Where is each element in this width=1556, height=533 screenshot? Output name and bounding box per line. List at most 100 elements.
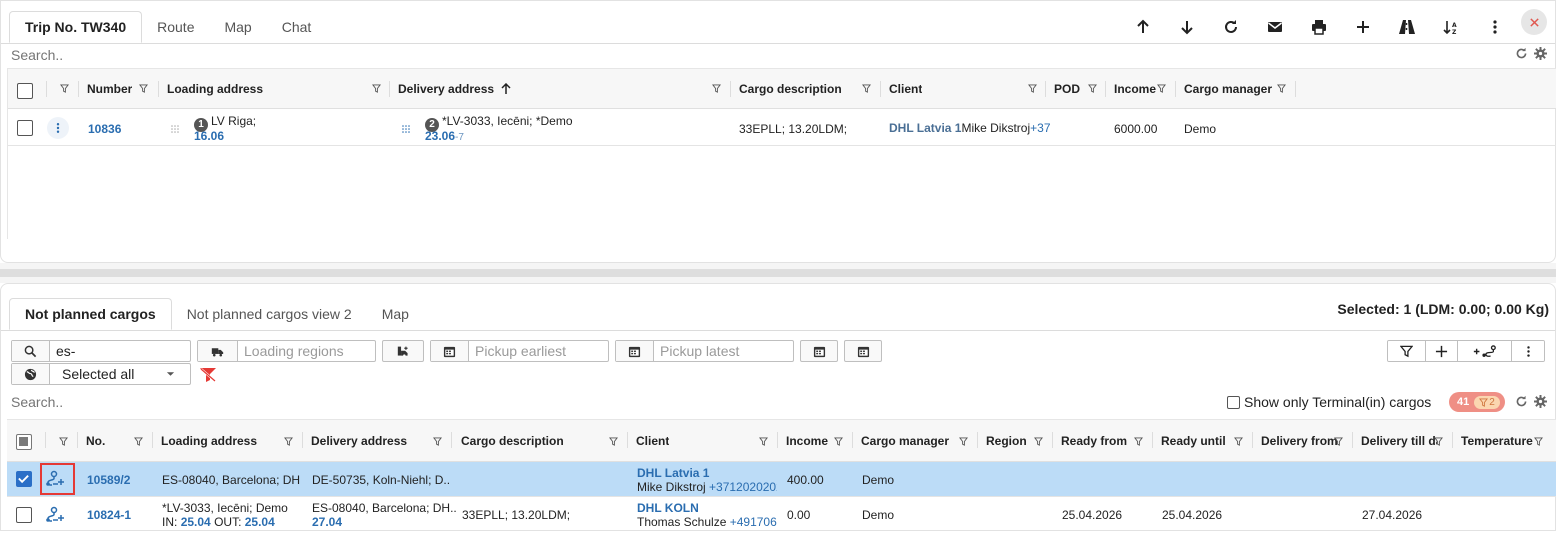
col-income[interactable]: Income [786,420,828,462]
filter-icon[interactable] [862,84,871,93]
col-pod[interactable]: POD [1054,69,1080,109]
cargo-number-link[interactable]: 10824-1 [87,508,131,522]
plus-icon[interactable] [1341,12,1385,42]
tab-chat[interactable]: Chat [267,11,327,43]
filter-icon[interactable] [1434,437,1443,446]
filter-icon[interactable] [134,437,143,446]
trip-search-input[interactable] [11,46,611,64]
more-button[interactable] [1512,341,1544,361]
filter-icon[interactable] [1234,437,1243,446]
mail-icon[interactable] [1253,12,1297,42]
loading-regions-input[interactable] [238,341,374,361]
add-to-route-button[interactable] [1458,341,1512,361]
loading-date[interactable]: 16.06 [194,129,224,143]
col-region[interactable]: Region [986,420,1027,462]
tab-route[interactable]: Route [142,11,209,43]
count-badge[interactable]: 41 2 [1449,392,1505,412]
filter-icon[interactable] [712,84,721,93]
filter-icon[interactable] [759,437,768,446]
col-cargo-description[interactable]: Cargo description [739,69,842,109]
filter-icon[interactable] [433,437,442,446]
filter-icon[interactable] [1028,84,1037,93]
row-menu-button[interactable] [47,117,69,139]
filter-icon[interactable] [1534,437,1543,446]
pickup-earliest-input[interactable] [469,341,607,361]
filter-icon[interactable] [1334,437,1343,446]
table-row[interactable]: 10589/2 ES-08040, Barcelona; DH... DE-50… [7,462,1556,497]
filter-icon[interactable] [139,84,148,93]
add-to-route-icon[interactable] [45,506,71,524]
more-vert-icon[interactable] [1473,12,1517,42]
panel-splitter[interactable] [0,263,1556,283]
road-icon[interactable] [1385,12,1429,42]
delivery-latest-button[interactable] [844,340,882,362]
filter-icon[interactable] [834,437,843,446]
col-temperature[interactable]: Temperature [1461,420,1533,462]
delivery-date-cell[interactable]: 23.06-7 [425,129,464,143]
arrow-up-icon[interactable] [1121,12,1165,42]
arrow-down-icon[interactable] [1165,12,1209,42]
gear-icon[interactable] [1534,47,1547,60]
calendar-icon[interactable] [431,341,469,361]
cargo-number-link[interactable]: 10836 [88,122,121,136]
filter-icon[interactable] [59,437,68,446]
pickup-latest-input[interactable] [654,341,792,361]
filter-icon[interactable] [959,437,968,446]
client-cell[interactable]: DHL KOLN Thomas Schulze +491706509 [637,501,777,529]
client-cell[interactable]: DHL Latvia 1Mike Dikstroj+37 [889,121,1051,135]
col-client[interactable]: Client [889,69,922,109]
delivery-earliest-button[interactable] [800,340,838,362]
gear-icon[interactable] [1534,395,1547,408]
client-cell[interactable]: DHL Latvia 1 Mike Dikstroj +37120202020 [637,466,777,494]
filter-icon[interactable] [284,437,293,446]
filter-icon[interactable] [1034,437,1043,446]
calendar-icon[interactable] [616,341,654,361]
filter-icon[interactable] [1157,84,1166,93]
col-number[interactable]: Number [87,69,132,109]
select-all-checkbox[interactable] [16,434,32,450]
show-only-terminal-checkbox[interactable] [1227,395,1240,409]
refresh-icon[interactable] [1515,395,1528,408]
tab-not-planned-cargos[interactable]: Not planned cargos [9,298,172,330]
filter-icon[interactable] [1134,437,1143,446]
filter-icon[interactable] [1088,84,1097,93]
col-delivery-address[interactable]: Delivery address [398,69,512,109]
col-no[interactable]: No. [86,420,105,462]
col-client[interactable]: Client [636,420,669,462]
unloading-regions-button[interactable] [382,340,424,362]
drag-handle-icon[interactable] [402,125,412,133]
row-checkbox[interactable] [17,120,33,136]
col-cargo-manager[interactable]: Cargo manager [1184,69,1272,109]
row-checkbox[interactable] [16,507,32,523]
tab-not-planned-cargos-view-2[interactable]: Not planned cargos view 2 [172,298,367,330]
col-loading-address[interactable]: Loading address [167,69,263,109]
table-row[interactable]: 10824-1 *LV-3033, Iecēni; Demo IN: 25.04… [7,497,1556,533]
refresh-icon[interactable] [1209,12,1253,42]
clear-filter-icon[interactable] [199,367,217,383]
search-icon[interactable] [12,341,50,361]
filter-icon[interactable] [60,84,69,93]
sort-icon[interactable]: AZ [1429,12,1473,42]
col-delivery-from[interactable]: Delivery from [1261,420,1337,462]
print-icon[interactable] [1297,12,1341,42]
filter-button[interactable] [1388,341,1426,361]
cargo-search-input[interactable] [50,341,188,361]
filter-icon[interactable] [372,84,381,93]
cargo-grid-search-input[interactable] [11,393,311,411]
col-loading-address[interactable]: Loading address [161,420,257,462]
add-to-route-icon[interactable] [45,470,71,488]
row-checkbox[interactable] [16,471,32,487]
truck-loading-icon[interactable] [198,341,238,361]
add-cargo-button[interactable] [1426,341,1458,361]
cargo-number-link[interactable]: 10589/2 [87,473,130,487]
col-ready-until[interactable]: Ready until [1161,420,1226,462]
refresh-icon[interactable] [1515,47,1528,60]
col-income[interactable]: Income [1114,69,1156,109]
filter-icon[interactable] [609,437,618,446]
col-cargo-manager[interactable]: Cargo manager [861,420,949,462]
col-delivery-address[interactable]: Delivery address [311,420,407,462]
show-only-terminal-toggle[interactable]: Show only Terminal(in) cargos [1227,394,1431,410]
filter-icon[interactable] [1277,84,1286,93]
tab-trip[interactable]: Trip No. TW340 [9,11,143,43]
col-ready-from[interactable]: Ready from [1061,420,1127,462]
